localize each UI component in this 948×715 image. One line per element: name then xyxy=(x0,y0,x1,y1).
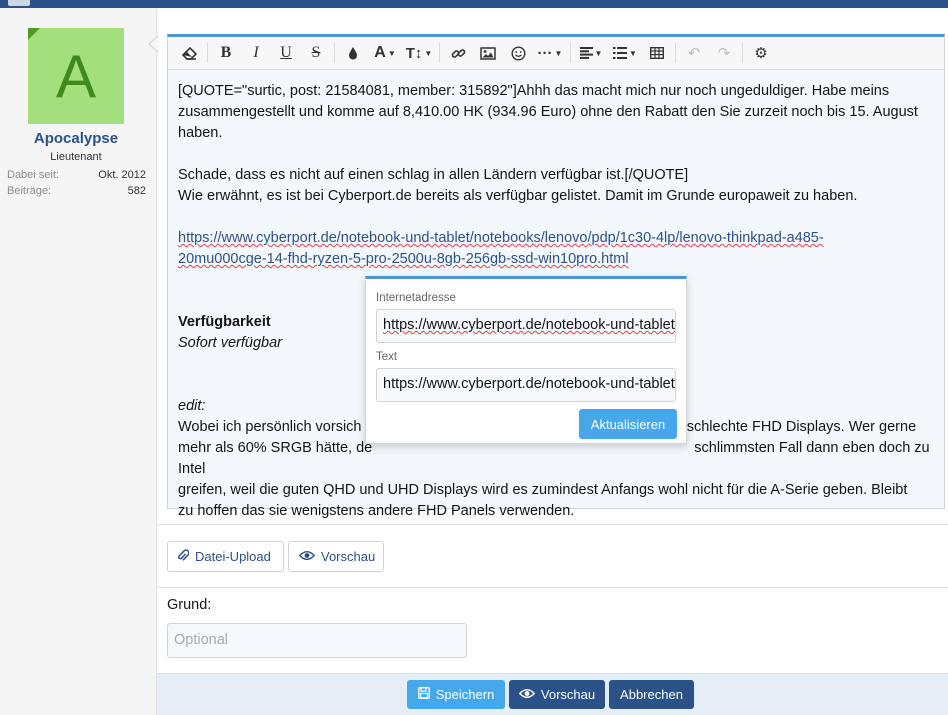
table-icon[interactable] xyxy=(642,38,672,68)
reason-label: Grund: xyxy=(167,597,212,613)
avatar[interactable]: A xyxy=(28,28,124,124)
font-size-icon[interactable]: A ▼ xyxy=(368,38,402,68)
link-icon[interactable] xyxy=(443,38,473,68)
user-title: Lieutenant xyxy=(50,151,102,163)
list-icon[interactable]: ▼ xyxy=(608,38,642,68)
underline-icon[interactable]: U xyxy=(271,38,301,68)
bold-icon[interactable]: B xyxy=(211,38,241,68)
stat-value: Okt. 2012 xyxy=(98,169,146,181)
quote-text: [QUOTE="surtic, post: 21584081, member: … xyxy=(178,83,918,141)
avatar-corner-marker xyxy=(28,28,40,40)
preview-button[interactable]: Vorschau xyxy=(509,680,605,709)
settings-icon[interactable]: ⚙ xyxy=(746,38,776,68)
text-label: Text xyxy=(376,351,398,363)
toolbar-separator xyxy=(207,43,208,63)
divider xyxy=(157,524,948,525)
smiley-icon[interactable] xyxy=(503,38,533,68)
more-icon[interactable]: ··· ▼ xyxy=(533,38,567,68)
message-arrow-inner xyxy=(150,36,159,52)
avatar-letter: A xyxy=(55,42,97,110)
eye-icon xyxy=(518,687,536,702)
eraser-icon[interactable] xyxy=(174,38,204,68)
toolbar-separator xyxy=(742,43,743,63)
edit-line-4: zu hoffen das sie wenigstens andere FHD … xyxy=(178,503,575,519)
text-input-value: https://www.cyberport.de/notebook-und-ta… xyxy=(383,376,675,392)
user-sidebar: A Apocalypse Lieutenant Dabei seit: Okt.… xyxy=(0,8,157,715)
divider xyxy=(157,587,948,588)
edit-line-3: greifen, weil die guten QHD und UHD Disp… xyxy=(178,482,908,498)
edit-line-1a: Wobei ich persönlich vorsich xyxy=(178,419,362,435)
stat-posts: Beiträge: 582 xyxy=(7,185,146,197)
save-icon xyxy=(417,687,430,702)
quote-close-text: Schade, dass es nicht auf einen schlag i… xyxy=(178,167,689,183)
toolbar-separator xyxy=(439,43,440,63)
edit-line-1b: l schlechte FHD Displays. Wer gerne xyxy=(679,419,917,435)
preview-footer-label: Vorschau xyxy=(540,687,596,702)
cancel-label: Abbrechen xyxy=(620,687,683,702)
text-style-icon[interactable]: T↕ ▼ xyxy=(402,38,436,68)
file-upload-button[interactable]: Datei-Upload xyxy=(167,541,284,572)
update-button[interactable]: Aktualisieren xyxy=(579,409,677,439)
username-link[interactable]: Apocalypse xyxy=(0,130,152,147)
eye-icon xyxy=(298,549,316,564)
toolbar-separator xyxy=(570,43,571,63)
stat-value: 582 xyxy=(127,185,146,197)
stat-label: Beiträge: xyxy=(7,185,52,197)
edit-line-2a: mehr als 60% SRGB hätte, de xyxy=(178,440,373,456)
cancel-button[interactable]: Abbrechen xyxy=(609,680,694,709)
color-icon[interactable] xyxy=(338,38,368,68)
url-input[interactable]: https://www.cyberport.de/notebook-und-ta… xyxy=(376,309,676,343)
image-icon[interactable] xyxy=(473,38,503,68)
save-label: Speichern xyxy=(435,687,495,702)
product-link-line2[interactable]: 20mu000cge-14-fhd-ryzen-5-pro-2500u-8gb-… xyxy=(178,251,629,267)
undo-icon[interactable]: ↶ xyxy=(679,38,709,68)
toolbar-separator xyxy=(675,43,676,63)
italic-icon[interactable]: I xyxy=(241,38,271,68)
menu-icon[interactable] xyxy=(8,0,30,6)
strikethrough-icon[interactable]: S xyxy=(301,38,331,68)
text-input[interactable]: https://www.cyberport.de/notebook-und-ta… xyxy=(376,368,676,402)
paperclip-icon xyxy=(178,548,190,565)
link-edit-popup: Internetadresse https://www.cyberport.de… xyxy=(365,276,687,444)
align-icon[interactable]: ▼ xyxy=(574,38,608,68)
attachment-preview-button[interactable]: Vorschau xyxy=(288,541,384,572)
product-link-line1[interactable]: https://www.cyberport.de/notebook-und-ta… xyxy=(178,230,824,246)
top-bar xyxy=(0,0,948,8)
url-input-value: https://www.cyberport.de/notebook-und-ta… xyxy=(383,317,675,333)
editor-toolbar: B I U S A ▼ T↕ ▼ ··· ▼ ▼ ▼ ↶ ↷ ⚙ xyxy=(168,37,944,70)
availability-note: Wie erwähnt, es ist bei Cyberport.de ber… xyxy=(178,188,858,204)
stat-label: Dabei seit: xyxy=(7,169,59,181)
save-button[interactable]: Speichern xyxy=(407,680,505,709)
stat-joined: Dabei seit: Okt. 2012 xyxy=(7,169,146,181)
toolbar-separator xyxy=(334,43,335,63)
edit-line-2: mehr als 60% SRGB hätte, de schlimmsten F… xyxy=(178,438,938,480)
reason-placeholder: Optional xyxy=(174,632,229,648)
preview-label: Vorschau xyxy=(321,549,376,564)
reason-input[interactable]: Optional xyxy=(167,623,467,658)
file-upload-label: Datei-Upload xyxy=(195,549,271,564)
url-label: Internetadresse xyxy=(376,292,456,304)
product-link[interactable]: https://www.cyberport.de/notebook-und-ta… xyxy=(178,228,938,270)
redo-icon[interactable]: ↷ xyxy=(709,38,739,68)
